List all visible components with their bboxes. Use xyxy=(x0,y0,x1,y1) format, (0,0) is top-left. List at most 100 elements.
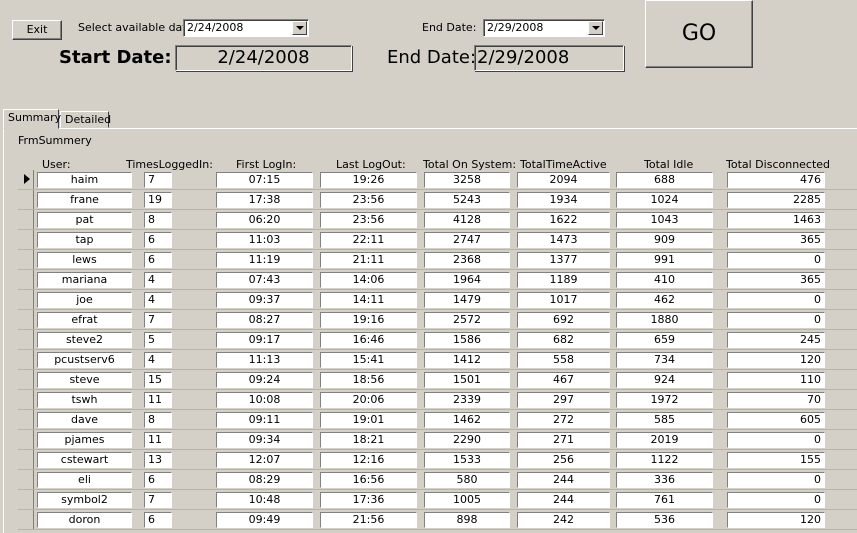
cell-total-time-active[interactable]: 1622 xyxy=(517,212,610,228)
cell-total-on-system[interactable]: 2572 xyxy=(424,312,510,328)
cell-total-on-system[interactable]: 1586 xyxy=(424,332,510,348)
cell-last-logout[interactable]: 21:56 xyxy=(320,512,417,528)
cell-first-login[interactable]: 11:03 xyxy=(216,232,313,248)
record-selector[interactable] xyxy=(18,310,34,330)
cell-last-logout[interactable]: 23:56 xyxy=(320,212,417,228)
cell-total-disconnected[interactable]: 1463 xyxy=(727,212,825,228)
cell-total-on-system[interactable]: 1964 xyxy=(424,272,510,288)
cell-total-disconnected[interactable]: 70 xyxy=(727,392,825,408)
cell-total-on-system[interactable]: 4128 xyxy=(424,212,510,228)
cell-total-time-active[interactable]: 256 xyxy=(517,452,610,468)
cell-total-time-active[interactable]: 271 xyxy=(517,432,610,448)
cell-last-logout[interactable]: 19:16 xyxy=(320,312,417,328)
cell-user[interactable]: pjames xyxy=(37,432,132,448)
cell-total-on-system[interactable]: 1479 xyxy=(424,292,510,308)
cell-times-logged-in[interactable]: 8 xyxy=(144,212,172,228)
cell-total-time-active[interactable]: 1473 xyxy=(517,232,610,248)
record-selector[interactable] xyxy=(18,410,34,430)
cell-total-disconnected[interactable]: 110 xyxy=(727,372,825,388)
cell-times-logged-in[interactable]: 4 xyxy=(144,272,172,288)
record-selector[interactable] xyxy=(18,490,34,510)
record-selector[interactable] xyxy=(18,510,34,530)
cell-total-on-system[interactable]: 1005 xyxy=(424,492,510,508)
cell-first-login[interactable]: 11:13 xyxy=(216,352,313,368)
cell-last-logout[interactable]: 19:01 xyxy=(320,412,417,428)
tab-detailed[interactable]: Detailed xyxy=(60,111,111,128)
cell-total-idle[interactable]: 1043 xyxy=(616,212,713,228)
cell-total-disconnected[interactable]: 120 xyxy=(727,512,825,528)
cell-times-logged-in[interactable]: 6 xyxy=(144,252,172,268)
cell-last-logout[interactable]: 14:06 xyxy=(320,272,417,288)
cell-last-logout[interactable]: 18:21 xyxy=(320,432,417,448)
cell-total-disconnected[interactable]: 0 xyxy=(727,472,825,488)
cell-user[interactable]: steve2 xyxy=(37,332,132,348)
cell-first-login[interactable]: 07:43 xyxy=(216,272,313,288)
cell-user[interactable]: haim xyxy=(37,172,132,188)
cell-total-idle[interactable]: 410 xyxy=(616,272,713,288)
cell-total-on-system[interactable]: 1412 xyxy=(424,352,510,368)
cell-user[interactable]: symbol2 xyxy=(37,492,132,508)
cell-total-idle[interactable]: 585 xyxy=(616,412,713,428)
cell-times-logged-in[interactable]: 19 xyxy=(144,192,172,208)
cell-total-disconnected[interactable]: 0 xyxy=(727,432,825,448)
cell-user[interactable]: tap xyxy=(37,232,132,248)
cell-first-login[interactable]: 09:24 xyxy=(216,372,313,388)
cell-total-idle[interactable]: 1972 xyxy=(616,392,713,408)
cell-times-logged-in[interactable]: 7 xyxy=(144,312,172,328)
cell-total-disconnected[interactable]: 0 xyxy=(727,292,825,308)
cell-times-logged-in[interactable]: 4 xyxy=(144,292,172,308)
cell-first-login[interactable]: 09:49 xyxy=(216,512,313,528)
cell-total-disconnected[interactable]: 365 xyxy=(727,232,825,248)
record-selector[interactable] xyxy=(18,290,34,310)
cell-first-login[interactable]: 10:48 xyxy=(216,492,313,508)
cell-last-logout[interactable]: 21:11 xyxy=(320,252,417,268)
cell-total-on-system[interactable]: 1533 xyxy=(424,452,510,468)
cell-total-idle[interactable]: 536 xyxy=(616,512,713,528)
cell-total-idle[interactable]: 659 xyxy=(616,332,713,348)
cell-total-time-active[interactable]: 1377 xyxy=(517,252,610,268)
chevron-down-icon[interactable] xyxy=(292,21,307,35)
cell-total-disconnected[interactable]: 0 xyxy=(727,252,825,268)
cell-times-logged-in[interactable]: 15 xyxy=(144,372,172,388)
cell-user[interactable]: doron xyxy=(37,512,132,528)
cell-total-time-active[interactable]: 558 xyxy=(517,352,610,368)
cell-total-idle[interactable]: 1880 xyxy=(616,312,713,328)
cell-total-disconnected[interactable]: 365 xyxy=(727,272,825,288)
cell-user[interactable]: tswh xyxy=(37,392,132,408)
cell-last-logout[interactable]: 20:06 xyxy=(320,392,417,408)
record-selector[interactable] xyxy=(18,250,34,270)
cell-times-logged-in[interactable]: 6 xyxy=(144,472,172,488)
cell-total-disconnected[interactable]: 605 xyxy=(727,412,825,428)
cell-times-logged-in[interactable]: 6 xyxy=(144,232,172,248)
cell-user[interactable]: eli xyxy=(37,472,132,488)
cell-total-disconnected[interactable]: 120 xyxy=(727,352,825,368)
cell-total-on-system[interactable]: 2290 xyxy=(424,432,510,448)
cell-times-logged-in[interactable]: 11 xyxy=(144,392,172,408)
cell-first-login[interactable]: 17:38 xyxy=(216,192,313,208)
record-selector[interactable] xyxy=(18,370,34,390)
cell-last-logout[interactable]: 12:16 xyxy=(320,452,417,468)
record-selector[interactable] xyxy=(18,450,34,470)
cell-first-login[interactable]: 07:15 xyxy=(216,172,313,188)
cell-total-time-active[interactable]: 244 xyxy=(517,472,610,488)
cell-total-on-system[interactable]: 2368 xyxy=(424,252,510,268)
cell-total-time-active[interactable]: 272 xyxy=(517,412,610,428)
cell-last-logout[interactable]: 23:56 xyxy=(320,192,417,208)
cell-first-login[interactable]: 09:17 xyxy=(216,332,313,348)
cell-first-login[interactable]: 09:11 xyxy=(216,412,313,428)
cell-total-idle[interactable]: 924 xyxy=(616,372,713,388)
cell-total-on-system[interactable]: 1501 xyxy=(424,372,510,388)
cell-total-time-active[interactable]: 244 xyxy=(517,492,610,508)
cell-total-time-active[interactable]: 1934 xyxy=(517,192,610,208)
cell-total-time-active[interactable]: 242 xyxy=(517,512,610,528)
cell-total-idle[interactable]: 734 xyxy=(616,352,713,368)
cell-user[interactable]: steve xyxy=(37,372,132,388)
cell-last-logout[interactable]: 19:26 xyxy=(320,172,417,188)
record-selector[interactable] xyxy=(18,330,34,350)
record-selector[interactable] xyxy=(18,170,34,190)
cell-user[interactable]: mariana xyxy=(37,272,132,288)
cell-total-time-active[interactable]: 692 xyxy=(517,312,610,328)
cell-times-logged-in[interactable]: 4 xyxy=(144,352,172,368)
cell-total-disconnected[interactable]: 245 xyxy=(727,332,825,348)
cell-user[interactable]: efrat xyxy=(37,312,132,328)
